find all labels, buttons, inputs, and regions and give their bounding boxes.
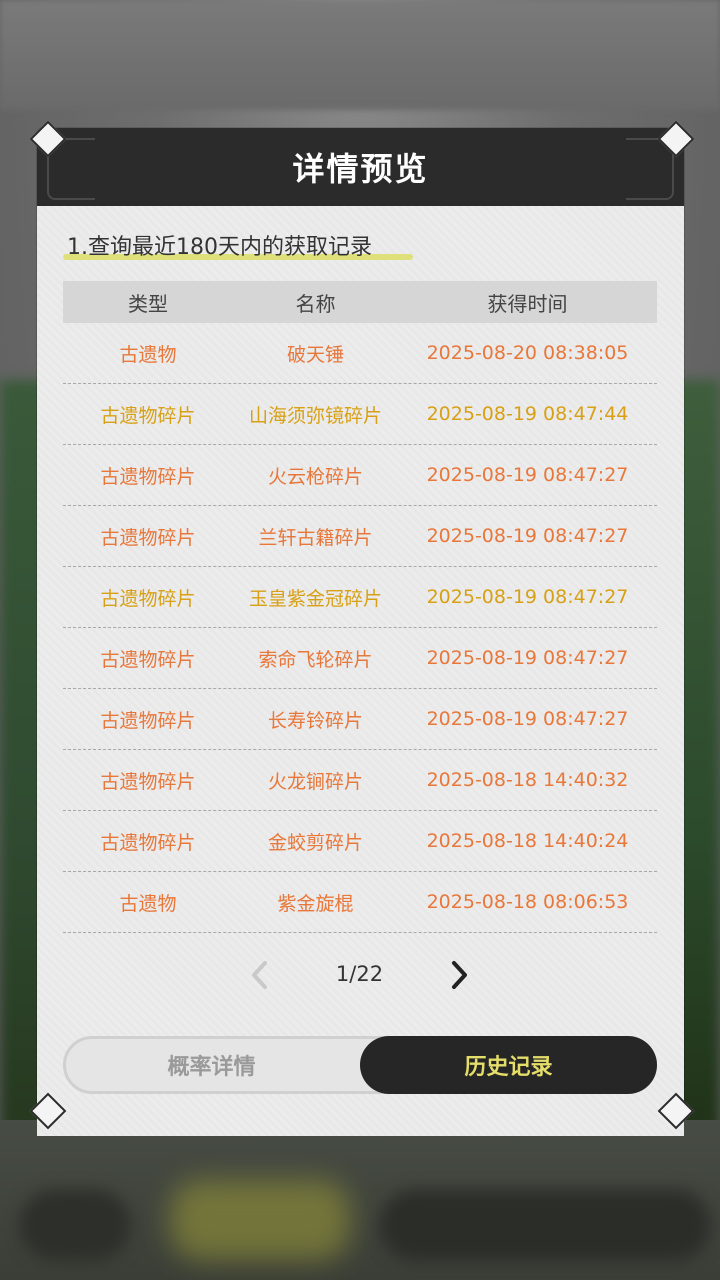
row-type: 古遗物碎片 xyxy=(100,404,196,427)
column-header-name: 名称 xyxy=(295,291,336,316)
background-button-left xyxy=(20,1190,130,1260)
row-type: 古遗物碎片 xyxy=(100,587,196,610)
row-type: 古遗物碎片 xyxy=(100,648,196,671)
background-topbar xyxy=(0,0,720,110)
row-type: 古遗物碎片 xyxy=(100,770,196,793)
column-header-type: 类型 xyxy=(128,291,168,316)
table-row: 古遗物碎片 金蛟剪碎片 2025-08-18 14:40:24 xyxy=(63,811,657,872)
column-header-time: 获得时间 xyxy=(487,291,568,316)
row-time: 2025-08-19 08:47:27 xyxy=(426,525,629,547)
row-time: 2025-08-18 14:40:32 xyxy=(426,769,629,791)
row-type: 古遗物碎片 xyxy=(100,465,196,488)
row-time: 2025-08-18 08:06:53 xyxy=(426,891,629,913)
row-time: 2025-08-20 08:38:05 xyxy=(426,342,629,364)
row-time: 2025-08-19 08:47:27 xyxy=(426,647,629,669)
tab-probability-details[interactable]: 概率详情 xyxy=(63,1036,360,1094)
row-time: 2025-08-19 08:47:27 xyxy=(426,708,629,730)
table-row: 古遗物碎片 索命飞轮碎片 2025-08-19 08:47:27 xyxy=(63,628,657,689)
tab-history-records[interactable]: 历史记录 xyxy=(360,1036,657,1094)
table-row: 古遗物碎片 火龙锏碎片 2025-08-18 14:40:32 xyxy=(63,750,657,811)
chevron-right-icon xyxy=(452,961,467,989)
previous-page-button[interactable] xyxy=(245,960,275,990)
table-row: 古遗物碎片 兰轩古籍碎片 2025-08-19 08:47:27 xyxy=(63,506,657,567)
table-row: 古遗物 紫金旋棍 2025-08-18 08:06:53 xyxy=(63,872,657,933)
table-row: 古遗物 破天锤 2025-08-20 08:38:05 xyxy=(63,323,657,384)
row-name: 紫金旋棍 xyxy=(277,892,354,915)
view-tabs: 概率详情 历史记录 xyxy=(63,1036,657,1094)
row-name: 兰轩古籍碎片 xyxy=(258,526,373,549)
row-type: 古遗物碎片 xyxy=(100,709,196,732)
record-list: 古遗物 破天锤 2025-08-20 08:38:05 古遗物碎片 山海须弥镜碎… xyxy=(63,323,657,933)
row-time: 2025-08-19 08:47:27 xyxy=(426,464,629,486)
row-name: 金蛟剪碎片 xyxy=(267,831,363,854)
row-time: 2025-08-19 08:47:44 xyxy=(426,403,629,425)
table-row: 古遗物碎片 山海须弥镜碎片 2025-08-19 08:47:44 xyxy=(63,384,657,445)
dialog-header: 详情预览 xyxy=(37,128,684,206)
row-type: 古遗物 xyxy=(119,892,177,915)
table-row: 古遗物碎片 玉皇紫金冠碎片 2025-08-19 08:47:27 xyxy=(63,567,657,628)
row-name: 索命飞轮碎片 xyxy=(258,648,373,671)
row-type: 古遗物碎片 xyxy=(100,526,196,549)
chevron-left-icon xyxy=(252,961,267,989)
row-time: 2025-08-19 08:47:27 xyxy=(426,586,629,608)
row-type: 古遗物碎片 xyxy=(100,831,196,854)
row-time: 2025-08-18 14:40:24 xyxy=(426,830,629,852)
page-indicator: 1/22 xyxy=(335,962,384,986)
row-name: 长寿铃碎片 xyxy=(267,709,363,732)
row-name: 破天锤 xyxy=(286,343,344,366)
row-name: 山海须弥镜碎片 xyxy=(248,404,382,427)
row-name: 火龙锏碎片 xyxy=(267,770,363,793)
table-row: 古遗物碎片 长寿铃碎片 2025-08-19 08:47:27 xyxy=(63,689,657,750)
next-page-button[interactable] xyxy=(444,960,474,990)
row-type: 古遗物 xyxy=(119,343,177,366)
section-title: 1.查询最近180天内的获取记录 xyxy=(67,235,372,260)
pagination: 1/22 xyxy=(37,948,684,1004)
row-name: 火云枪碎片 xyxy=(267,465,363,488)
table-header: 类型 名称 获得时间 xyxy=(63,281,657,323)
table-row: 古遗物碎片 火云枪碎片 2025-08-19 08:47:27 xyxy=(63,445,657,506)
row-name: 玉皇紫金冠碎片 xyxy=(248,587,382,610)
details-dialog: 详情预览 1.查询最近180天内的获取记录 类型 名称 获得时间 古遗物 破天锤… xyxy=(37,128,684,1136)
background-button-right xyxy=(380,1190,710,1260)
background-button-center xyxy=(170,1180,350,1260)
dialog-title: 详情预览 xyxy=(292,150,429,188)
